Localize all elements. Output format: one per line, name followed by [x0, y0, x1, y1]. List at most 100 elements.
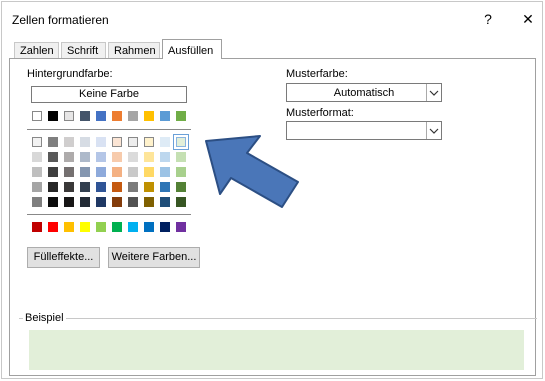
tab-label: Zahlen [20, 45, 54, 57]
help-button[interactable]: ? [476, 8, 500, 30]
shade-color-swatch[interactable] [32, 197, 42, 207]
more-colors-button[interactable]: Weitere Farben... [108, 247, 200, 268]
shade-color-swatch[interactable] [112, 182, 122, 192]
tab-divider [222, 58, 536, 59]
shade-color-swatch[interactable] [144, 197, 154, 207]
shade-color-swatch[interactable] [160, 182, 170, 192]
shade-color-swatch[interactable] [96, 182, 106, 192]
standard-color-swatch[interactable] [128, 222, 138, 232]
theme-color-swatch[interactable] [112, 111, 122, 121]
shade-color-swatch[interactable] [96, 152, 106, 162]
shade-color-swatch[interactable] [48, 152, 58, 162]
standard-color-swatch[interactable] [112, 222, 122, 232]
shade-color-swatch[interactable] [176, 197, 186, 207]
shade-color-swatch[interactable] [48, 137, 58, 147]
tab-zahlen[interactable]: Zahlen [14, 42, 59, 58]
standard-color-swatch[interactable] [176, 222, 186, 232]
shade-color-swatch[interactable] [176, 167, 186, 177]
pattern-color-value: Automatisch [333, 87, 395, 99]
shade-color-swatch[interactable] [173, 134, 189, 150]
shade-color-swatch[interactable] [112, 152, 122, 162]
standard-color-swatch[interactable] [80, 222, 90, 232]
shade-color-swatch[interactable] [48, 197, 58, 207]
shade-color-swatch[interactable] [128, 152, 138, 162]
shade-color-swatch[interactable] [128, 137, 138, 147]
theme-color-swatch[interactable] [128, 111, 138, 121]
theme-color-swatch[interactable] [96, 111, 106, 121]
shade-color-swatch[interactable] [160, 167, 170, 177]
shade-color-swatch[interactable] [80, 137, 90, 147]
tab-ausfuellen[interactable]: Ausfüllen [162, 39, 222, 59]
shade-color-swatch[interactable] [160, 152, 170, 162]
shade-color-swatch[interactable] [80, 152, 90, 162]
standard-color-swatch[interactable] [96, 222, 106, 232]
shade-color-swatch[interactable] [160, 137, 170, 147]
chevron-down-icon[interactable] [426, 122, 441, 139]
shade-color-swatch[interactable] [128, 167, 138, 177]
standard-color-swatch[interactable] [144, 222, 154, 232]
shade-color-swatch[interactable] [160, 197, 170, 207]
shade-color-swatch[interactable] [64, 152, 74, 162]
palette-separator [27, 214, 191, 215]
shade-color-swatch[interactable] [64, 167, 74, 177]
standard-color-swatch[interactable] [64, 222, 74, 232]
pattern-style-dropdown[interactable] [286, 121, 442, 140]
fill-effects-button[interactable]: Fülleffekte... [27, 247, 100, 268]
shade-color-swatch[interactable] [96, 197, 106, 207]
standard-color-swatch[interactable] [48, 222, 58, 232]
theme-color-swatch[interactable] [160, 111, 170, 121]
shade-color-swatch[interactable] [32, 167, 42, 177]
standard-color-swatch[interactable] [160, 222, 170, 232]
annotation-arrow [205, 135, 299, 208]
shade-color-swatch[interactable] [48, 182, 58, 192]
pattern-style-label: Musterformat: [286, 107, 354, 119]
tab-divider [9, 58, 162, 59]
theme-color-swatch[interactable] [48, 111, 58, 121]
shade-color-swatch[interactable] [176, 152, 186, 162]
shade-color-swatch[interactable] [32, 182, 42, 192]
shade-color-swatch[interactable] [32, 152, 42, 162]
shade-color-swatch[interactable] [128, 197, 138, 207]
sample-label: Beispiel [23, 312, 66, 324]
shade-color-swatch[interactable] [144, 182, 154, 192]
dialog-title: Zellen formatieren [12, 13, 109, 27]
theme-color-swatch[interactable] [176, 111, 186, 121]
chevron-down-icon[interactable] [426, 84, 441, 101]
tab-rahmen[interactable]: Rahmen [108, 42, 160, 58]
shade-color-swatch[interactable] [128, 182, 138, 192]
theme-color-swatch[interactable] [80, 111, 90, 121]
sample-preview [29, 330, 524, 370]
tab-label: Ausfüllen [168, 45, 214, 57]
background-color-label: Hintergrundfarbe: [27, 68, 113, 80]
close-icon: ✕ [522, 11, 534, 27]
shade-color-swatch[interactable] [112, 167, 122, 177]
no-color-button[interactable]: Keine Farbe [31, 86, 187, 103]
shade-color-swatch[interactable] [80, 167, 90, 177]
shade-color-swatch[interactable] [96, 167, 106, 177]
tab-label: Rahmen [114, 45, 156, 57]
pattern-color-dropdown[interactable]: Automatisch [286, 83, 442, 102]
standard-color-swatch[interactable] [32, 222, 42, 232]
shade-color-swatch[interactable] [80, 182, 90, 192]
tab-label: Schrift [67, 45, 99, 57]
shade-color-swatch[interactable] [48, 167, 58, 177]
tab-schrift[interactable]: Schrift [61, 42, 106, 58]
shade-color-swatch[interactable] [64, 137, 74, 147]
shade-color-swatch[interactable] [96, 137, 106, 147]
theme-color-swatch[interactable] [32, 111, 42, 121]
shade-color-swatch[interactable] [80, 197, 90, 207]
shade-color-swatch[interactable] [32, 137, 42, 147]
shade-color-swatch[interactable] [64, 197, 74, 207]
shade-color-swatch[interactable] [144, 152, 154, 162]
close-button[interactable]: ✕ [516, 8, 540, 30]
shade-color-swatch[interactable] [176, 182, 186, 192]
palette-separator [27, 129, 191, 130]
theme-color-swatch[interactable] [144, 111, 154, 121]
shade-color-swatch[interactable] [144, 137, 154, 147]
shade-color-swatch[interactable] [144, 167, 154, 177]
shade-color-swatch[interactable] [64, 182, 74, 192]
theme-color-swatch[interactable] [64, 111, 74, 121]
shade-color-swatch[interactable] [112, 197, 122, 207]
pattern-color-label: Musterfarbe: [286, 68, 348, 80]
shade-color-swatch[interactable] [112, 137, 122, 147]
